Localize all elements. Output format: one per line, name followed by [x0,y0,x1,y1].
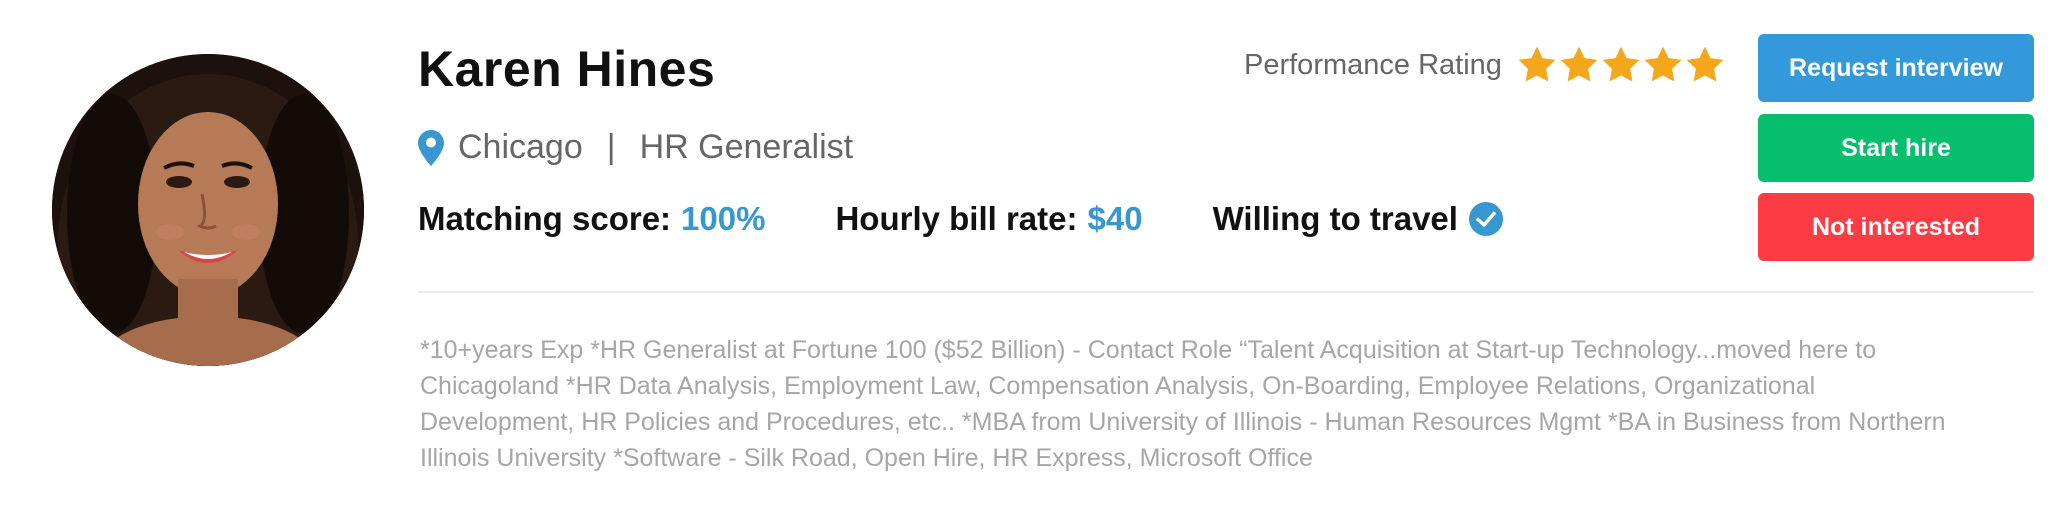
rating-stars [1516,44,1726,86]
hourly-rate-label: Hourly bill rate: [835,200,1078,237]
not-interested-button[interactable]: Not interested [1758,193,2034,261]
star-icon [1560,46,1598,82]
stats-row: Matching score: 100% Hourly bill rate: $… [418,200,1574,238]
matching-score-label: Matching score: [418,200,672,237]
hourly-rate: Hourly bill rate: $40 [835,200,1142,238]
star-icon [1686,46,1724,82]
verified-check-icon [1468,202,1503,236]
star-icon [1518,46,1556,82]
travel-status: Willing to travel [1213,200,1504,238]
request-interview-button[interactable]: Request interview [1758,34,2034,102]
hourly-rate-value: $40 [1087,200,1143,237]
avatar-photo [52,54,364,366]
travel-label: Willing to travel [1212,200,1458,237]
matching-score-value: 100% [681,200,766,237]
location-separator: | [606,128,616,166]
matching-score: Matching score: 100% [418,200,765,238]
map-pin-icon [418,129,444,166]
candidate-name: Karen Hines [418,41,716,97]
start-hire-button[interactable]: Start hire [1758,114,2034,182]
location-role-row: Chicago | HR Generalist [418,128,853,167]
avatar [52,54,364,366]
location-text: Chicago [458,128,583,166]
candidate-bio: *10+years Exp *HR Generalist at Fortune … [420,336,1946,472]
rating-label: Performance Rating [1244,48,1502,81]
star-icon [1644,46,1682,82]
star-icon [1602,46,1640,82]
divider [418,291,2034,293]
performance-rating: Performance Rating [1244,44,1726,86]
role-text: HR Generalist [639,128,854,166]
